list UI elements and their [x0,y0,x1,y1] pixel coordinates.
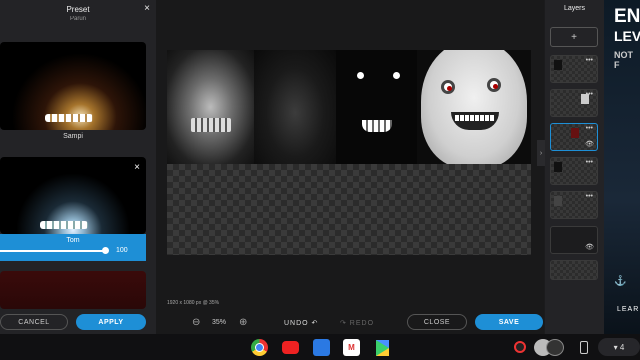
zoom-value: 35% [212,319,227,326]
canvas-size-label: 1920 x 1080 px @ 35% [167,300,220,306]
thumbnail-image-teeth [45,114,93,122]
chevron-right-icon[interactable]: › [537,140,545,166]
more-options-icon[interactable]: ••• [586,91,593,98]
preset-intensity-bar: Tom 100 [0,234,146,261]
intensity-value: 100 [116,247,128,254]
layer-item[interactable] [550,260,598,280]
collage-image-grin[interactable] [336,50,417,164]
add-layer-button[interactable]: + [550,27,598,47]
grin-teeth [362,120,392,132]
ad-headline: EN [614,6,640,27]
more-options-icon[interactable]: ••• [586,193,593,200]
apply-button[interactable]: APPLY [76,314,146,330]
more-options-icon[interactable]: ••• [586,125,593,132]
pale-face [421,50,527,164]
intensity-slider-handle[interactable] [102,247,109,254]
preset-panel: Preset × Parun Sampi × Tom 100 CANCEL AP… [0,0,156,334]
avatar-secondary[interactable] [546,339,564,356]
cancel-button[interactable]: CANCEL [0,314,68,330]
youtube-icon[interactable] [282,341,299,354]
ad-cta[interactable]: LEAR [617,306,639,313]
layers-panel: Layers + ••• ••• ••• 👁 ••• ••• 👁 [545,0,604,334]
face-mouth [451,112,499,130]
hidden-layer-icon[interactable]: 👁 [585,243,594,251]
layer-thumbnail [554,60,562,70]
layer-item-selected[interactable]: ••• 👁 [550,123,598,151]
layers-title: Layers [563,5,585,12]
layer-thumbnail [571,128,579,138]
preset-label-sampi: Sampi [63,133,83,140]
preset-thumbnail-tom[interactable]: × [0,157,146,234]
preset-thumbnail-next[interactable] [0,271,146,309]
layer-thumbnail [554,162,562,172]
photo-editor-app: Preset × Parun Sampi × Tom 100 CANCEL AP… [0,0,640,360]
visibility-eye-icon[interactable]: 👁 [585,140,594,148]
close-button[interactable]: CLOSE [407,314,467,330]
layer-item[interactable]: ••• [550,157,598,185]
face-eye [487,78,501,92]
anchor-icon: ⚓ [614,276,627,287]
collage-image-skull[interactable] [167,50,254,164]
preset-header: Preset × [0,0,156,18]
close-icon[interactable]: × [134,162,140,173]
editing-canvas[interactable] [167,50,531,255]
status-area[interactable]: ▾ 4 [598,338,640,356]
preset-label-tom: Tom [66,237,80,244]
collage-image-dark-face[interactable] [254,50,336,164]
preset-title: Preset [66,4,90,14]
phone-hub-icon[interactable] [580,341,588,354]
layer-item[interactable]: ••• [550,191,598,219]
screen-record-icon[interactable] [514,341,526,353]
ad-subline: NOT F [614,50,633,70]
glowing-eye [357,72,364,79]
ad-headline-line2: LEV [614,28,640,44]
save-button[interactable]: SAVE [475,314,543,330]
intensity-slider-track[interactable] [0,250,106,252]
gmail-icon[interactable]: M [343,339,360,356]
collage-image-pale-face[interactable] [417,50,531,164]
layer-item[interactable]: ••• [550,55,598,83]
preset-thumbnail-sampi[interactable] [0,42,146,130]
close-icon[interactable]: × [144,3,150,14]
undo-button[interactable]: UNDO ↶ [284,319,318,327]
thumbnail-image-teeth [40,221,88,229]
layer-item[interactable]: 👁 [550,226,598,254]
redo-button[interactable]: ↷ REDO [340,319,374,327]
zoom-out-icon[interactable]: ⊖ [192,317,200,328]
taskbar: M ▾ 4 [0,334,640,360]
advertisement-banner[interactable]: EN LEV NOT F ⚓ LEAR [604,0,640,334]
face-eye [441,80,455,94]
files-icon[interactable] [313,339,330,356]
play-store-icon[interactable] [374,339,391,356]
chrome-icon[interactable] [251,339,268,356]
zoom-in-icon[interactable]: ⊕ [239,317,247,328]
canvas-area: 1920 x 1080 px @ 35% [156,0,544,334]
skull-teeth [191,118,231,132]
more-options-icon[interactable]: ••• [586,159,593,166]
layer-thumbnail [554,196,562,206]
more-options-icon[interactable]: ••• [586,57,593,64]
glowing-eye [393,72,400,79]
bottom-toolbar: ⊖ 35% ⊕ UNDO ↶ ↷ REDO CLOSE SAVE [156,312,544,334]
layer-item[interactable]: ••• [550,89,598,117]
